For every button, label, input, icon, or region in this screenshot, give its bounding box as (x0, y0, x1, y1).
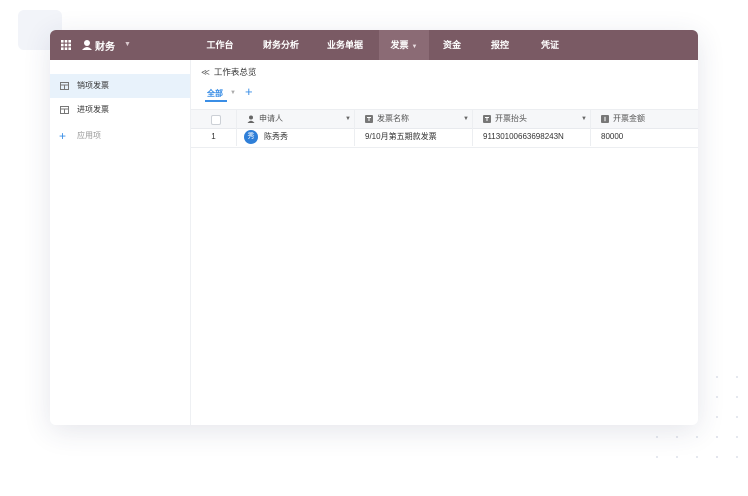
nav-item-3[interactable]: 发票 ▼ (379, 30, 429, 60)
chevron-down-icon[interactable]: ▼ (345, 110, 351, 128)
nav-item-label: 报控 (490, 40, 509, 50)
table-row[interactable]: 1 秀 陈秀秀 9/10月第五期款发票 91130100663698243N 8… (191, 128, 698, 148)
table-header: 申请人 ▼ 发票名称 ▼ 开票抬头 ▼ 开票金额 (191, 109, 698, 129)
column-header-label: 发票名称 (377, 114, 409, 123)
applicant-name: 陈秀秀 (264, 132, 288, 141)
nav-item-1[interactable]: 财务分析 (256, 30, 306, 60)
sidebar-item-sales-invoice[interactable]: 销项发票 (50, 74, 190, 98)
app-name[interactable]: 财务 (95, 38, 115, 53)
select-all-checkbox[interactable] (211, 115, 221, 125)
column-header-label: 申请人 (259, 114, 283, 123)
column-header-invoice-name[interactable]: 发票名称 ▼ (355, 110, 473, 128)
finance-app-icon (82, 40, 92, 50)
row-index: 1 (191, 128, 237, 146)
background-dot (656, 456, 658, 458)
nav-item-label: 发票 (390, 40, 409, 50)
sidebar-item-label: 进项发票 (77, 105, 109, 114)
nav-item-0[interactable]: 工作台 (200, 30, 240, 60)
nav-item-label: 财务分析 (262, 40, 299, 50)
background-dot (716, 416, 718, 418)
add-view-button[interactable]: + (245, 84, 253, 99)
invoice-title-cell[interactable]: 91130100663698243N (473, 128, 591, 146)
column-header-invoice-title[interactable]: 开票抬头 ▼ (473, 110, 591, 128)
top-navigation-bar: 财务 ▼ 工作台 财务分析 业务单据 发票 ▼ 资金 报控 凭证 (50, 30, 698, 60)
app-window: 财务 ▼ 工作台 财务分析 业务单据 发票 ▼ 资金 报控 凭证 销项发票 进项发票 + 应用… (50, 30, 698, 425)
add-app-item-button[interactable]: + 应用项 (50, 124, 190, 148)
text-field-icon (483, 115, 491, 123)
avatar: 秀 (244, 130, 258, 144)
table-icon (60, 106, 69, 114)
nav-item-label: 业务单据 (326, 40, 363, 50)
add-app-item-label: 应用项 (77, 131, 101, 140)
app-grid-icon[interactable] (61, 40, 71, 50)
background-dot (736, 416, 738, 418)
select-all-cell (191, 110, 237, 128)
nav-item-4[interactable]: 资金 (435, 30, 469, 60)
background-dot (716, 376, 718, 378)
background-dot (656, 436, 658, 438)
background-dot (736, 376, 738, 378)
invoice-amount-cell[interactable]: 80000 (591, 128, 698, 146)
nav-item-label: 凭证 (540, 40, 559, 50)
background-dot (716, 456, 718, 458)
column-header-label: 开票金额 (613, 114, 645, 123)
chevron-down-icon: ▼ (411, 44, 418, 50)
main-content: ≪ 工作表总览 全部 ▼ + 申请人 ▼ 发票名称 ▼ 开票抬头 ▼ 开票金额 … (191, 60, 698, 425)
nav-item-2[interactable]: 业务单据 (320, 30, 370, 60)
sidebar-item-purchase-invoice[interactable]: 进项发票 (50, 98, 190, 122)
collapse-double-chevron-icon[interactable]: ≪ (201, 67, 210, 77)
app-switch-chevron-icon[interactable]: ▼ (124, 41, 131, 48)
view-tab-underline (205, 100, 227, 102)
number-field-icon (601, 115, 609, 123)
column-header-applicant[interactable]: 申请人 ▼ (237, 110, 355, 128)
background-dot (676, 456, 678, 458)
background-dot (736, 436, 738, 438)
applicant-cell[interactable]: 秀 陈秀秀 (237, 128, 355, 146)
view-tab-all[interactable]: 全部 (207, 88, 223, 99)
view-chevron-down-icon[interactable]: ▼ (230, 90, 236, 96)
nav-item-5[interactable]: 报控 (483, 30, 517, 60)
background-dot (736, 456, 738, 458)
table-icon (60, 82, 69, 90)
background-dot (716, 396, 718, 398)
breadcrumb-title[interactable]: 工作表总览 (214, 67, 257, 77)
invoice-name-cell[interactable]: 9/10月第五期款发票 (355, 128, 473, 146)
sidebar: 销项发票 进项发票 + 应用项 (50, 60, 191, 425)
chevron-down-icon[interactable]: ▼ (581, 110, 587, 128)
background-dot (736, 396, 738, 398)
chevron-down-icon[interactable]: ▼ (463, 110, 469, 128)
background-dot (716, 436, 718, 438)
plus-icon: + (59, 129, 67, 143)
text-field-icon (365, 115, 373, 123)
background-dot (696, 456, 698, 458)
nav-item-label: 资金 (442, 40, 461, 50)
background-dot (696, 436, 698, 438)
nav-item-6[interactable]: 凭证 (533, 30, 567, 60)
breadcrumb: ≪ 工作表总览 (201, 66, 256, 78)
sidebar-item-label: 销项发票 (77, 81, 109, 90)
nav-item-label: 工作台 (206, 40, 234, 50)
column-header-amount[interactable]: 开票金额 (591, 110, 698, 128)
person-icon (247, 115, 255, 123)
column-header-label: 开票抬头 (495, 114, 527, 123)
background-dot (676, 436, 678, 438)
